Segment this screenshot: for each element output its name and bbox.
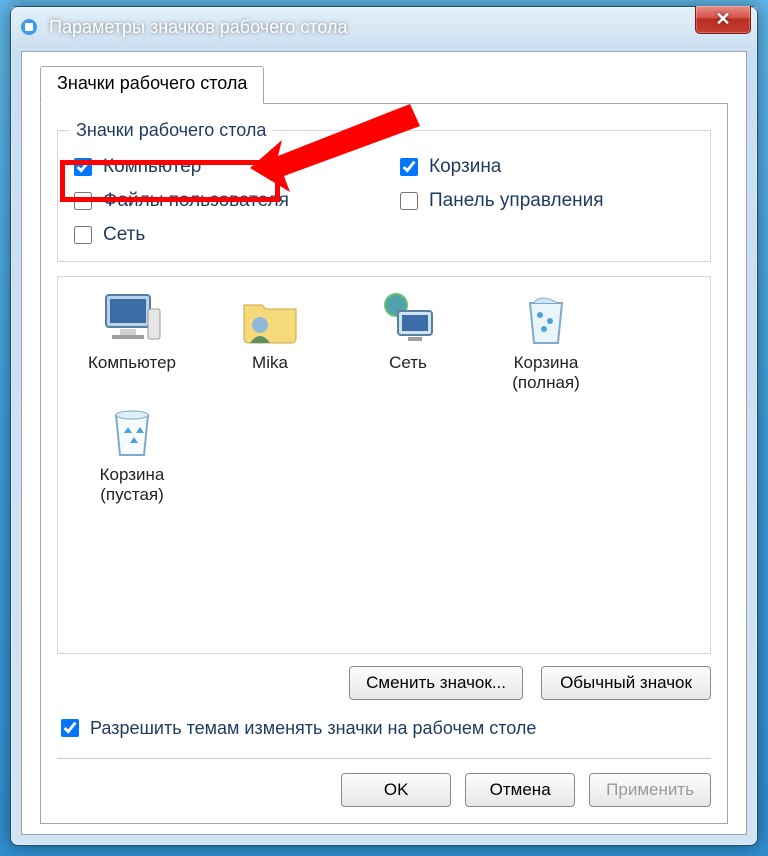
icon-label: Корзина (полная) <box>482 353 610 393</box>
icon-item-recycle-empty[interactable]: Корзина (пустая) <box>68 403 196 505</box>
icon-item-recycle-full[interactable]: Корзина (полная) <box>482 291 610 393</box>
window-title: Параметры значков рабочего стола <box>49 17 347 38</box>
checkbox-computer-input[interactable] <box>74 158 92 176</box>
network-icon <box>376 291 440 347</box>
checkbox-computer[interactable]: Компьютер <box>70 155 372 179</box>
checkbox-label: Компьютер <box>103 156 201 178</box>
default-icon-button[interactable]: Обычный значок <box>541 666 711 700</box>
checkbox-label: Сеть <box>103 224 145 246</box>
icon-preview-pane: Компьютер Mika <box>57 276 711 654</box>
icon-label: Сеть <box>344 353 472 373</box>
tab-panel: Значки рабочего стола Компьютер Корзина … <box>40 103 728 824</box>
checkbox-label: Корзина <box>429 156 501 178</box>
titlebar: Параметры значков рабочего стола ✕ <box>11 7 757 47</box>
checkbox-grid: Компьютер Корзина Файлы пользователя Пан… <box>70 155 698 247</box>
recycle-bin-empty-icon <box>100 403 164 459</box>
dialog-window: Параметры значков рабочего стола ✕ Значк… <box>10 6 758 846</box>
dialog-footer: OK Отмена Применить <box>57 758 711 807</box>
checkbox-control-panel[interactable]: Панель управления <box>396 189 698 213</box>
checkbox-recycle-bin-input[interactable] <box>400 158 418 176</box>
close-button[interactable]: ✕ <box>695 6 751 34</box>
group-legend: Значки рабочего стола <box>70 120 272 141</box>
icon-label: Mika <box>206 353 334 373</box>
icon-buttons-row: Сменить значок... Обычный значок <box>57 666 711 700</box>
icon-item-network[interactable]: Сеть <box>344 291 472 393</box>
desktop-icons-group: Значки рабочего стола Компьютер Корзина … <box>57 120 711 262</box>
change-icon-button[interactable]: Сменить значок... <box>349 666 523 700</box>
computer-icon <box>100 291 164 347</box>
checkbox-user-files-input[interactable] <box>74 192 92 210</box>
tab-label: Значки рабочего стола <box>57 73 247 93</box>
checkbox-network-input[interactable] <box>74 226 92 244</box>
checkbox-network[interactable]: Сеть <box>70 223 372 247</box>
checkbox-recycle-bin[interactable]: Корзина <box>396 155 698 179</box>
icon-item-user[interactable]: Mika <box>206 291 334 393</box>
icon-label: Корзина (пустая) <box>68 465 196 505</box>
allow-themes-label: Разрешить темам изменять значки на рабоч… <box>90 718 536 739</box>
client-area: Значки рабочего стола Значки рабочего ст… <box>21 51 747 835</box>
checkbox-user-files[interactable]: Файлы пользователя <box>70 189 372 213</box>
user-folder-icon <box>238 291 302 347</box>
checkbox-label: Панель управления <box>429 190 604 212</box>
close-icon: ✕ <box>715 9 730 30</box>
personalization-icon <box>19 17 39 37</box>
checkbox-label: Файлы пользователя <box>103 190 289 212</box>
recycle-bin-full-icon <box>514 291 578 347</box>
icon-item-computer[interactable]: Компьютер <box>68 291 196 393</box>
icon-label: Компьютер <box>68 353 196 373</box>
checkbox-control-panel-input[interactable] <box>400 192 418 210</box>
cancel-button[interactable]: Отмена <box>465 773 575 807</box>
allow-themes-checkbox[interactable]: Разрешить темам изменять значки на рабоч… <box>57 716 711 740</box>
tab-row: Значки рабочего стола <box>40 66 728 104</box>
apply-button[interactable]: Применить <box>589 773 711 807</box>
tab-desktop-icons[interactable]: Значки рабочего стола <box>40 66 264 104</box>
allow-themes-input[interactable] <box>61 719 79 737</box>
ok-button[interactable]: OK <box>341 773 451 807</box>
